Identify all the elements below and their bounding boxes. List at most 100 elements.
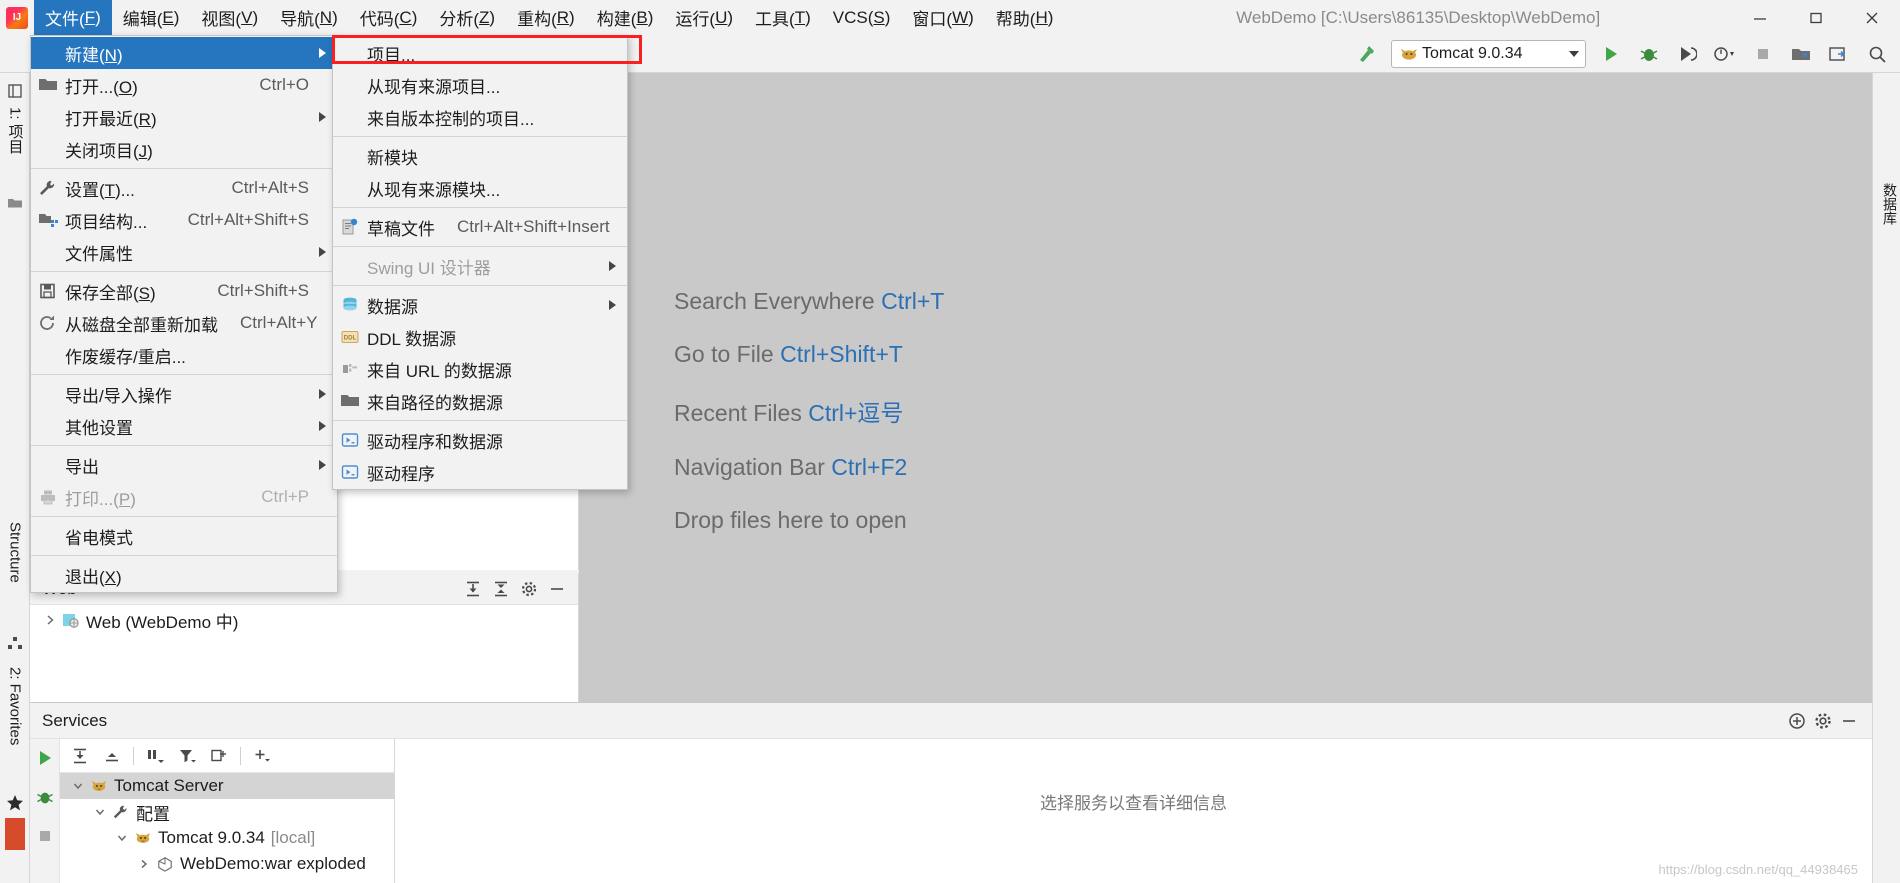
file-menu-item-21[interactable]: 退出(X) (31, 559, 337, 591)
rerun-button[interactable] (36, 749, 54, 772)
stop-button[interactable] (36, 827, 54, 850)
debug-button[interactable] (1631, 39, 1667, 69)
file-menu[interactable]: 新建(N) 打开...(O) Ctrl+O 打开最近(R) 关闭项目(J) 设置(T)..… (30, 35, 338, 593)
right-tool-rail[interactable]: 数据库 (1872, 73, 1900, 883)
window-controls[interactable] (1732, 0, 1900, 35)
chevron-down-icon[interactable] (1569, 50, 1579, 57)
file-menu-item-5[interactable]: 设置(T)... Ctrl+Alt+S (31, 172, 337, 204)
group-by-icon[interactable] (141, 743, 169, 769)
open-project-structure-button[interactable] (1783, 39, 1819, 69)
sidebar-item-database[interactable]: 数据库 (1872, 183, 1900, 303)
menubar-item-0[interactable]: 文件(F) (34, 0, 112, 35)
settings-icon[interactable] (516, 577, 542, 601)
stop-button[interactable] (1745, 39, 1781, 69)
file-menu-item-10[interactable]: 从磁盘全部重新加载 Ctrl+Alt+Y (31, 307, 337, 339)
menu-bar[interactable]: 文件(F) 编辑(E) 视图(V) 导航(N) 代码(C) 分析(Z) 重构(R) 构建(B)… (34, 0, 1064, 35)
file-menu-item-19[interactable]: 省电模式 (31, 520, 337, 552)
sidebar-item-project[interactable]: 1: 项目 (0, 103, 30, 183)
new-submenu-item-2[interactable]: 来自版本控制的项目... (333, 101, 627, 133)
new-submenu-item-7[interactable]: 草稿文件 Ctrl+Alt+Shift+Insert (333, 211, 627, 243)
services-tree-row[interactable]: Tomcat Server (60, 773, 394, 799)
menubar-item-2[interactable]: 视图(V) (190, 0, 269, 35)
ddl-icon: DDL (333, 326, 367, 348)
expand-all-icon[interactable] (66, 743, 94, 769)
menubar-item-1[interactable]: 编辑(E) (112, 0, 191, 35)
chevron-down-icon[interactable] (90, 802, 110, 822)
hide-icon[interactable] (544, 577, 570, 601)
new-submenu-item-16[interactable]: 驱动程序和数据源 (333, 424, 627, 456)
menubar-item-11[interactable]: 窗口(W) (901, 0, 984, 35)
expand-all-icon[interactable] (460, 577, 486, 601)
chevron-right-icon (603, 261, 621, 271)
build-button[interactable] (1348, 39, 1384, 69)
file-menu-item-9[interactable]: 保存全部(S) Ctrl+Shift+S (31, 275, 337, 307)
services-toolbar[interactable] (60, 739, 394, 773)
file-menu-item-14[interactable]: 其他设置 (31, 410, 337, 442)
file-menu-item-0[interactable]: 新建(N) (31, 37, 337, 69)
close-icon[interactable] (1844, 0, 1900, 35)
add-service-icon[interactable] (1784, 709, 1810, 733)
sidebar-item-structure[interactable]: Structure (0, 518, 30, 628)
services-run-rail[interactable] (30, 739, 60, 883)
chevron-right-icon[interactable] (134, 854, 154, 874)
chevron-down-icon[interactable] (68, 776, 88, 796)
file-menu-item-1[interactable]: 打开...(O) Ctrl+O (31, 69, 337, 101)
file-menu-item-16[interactable]: 导出 (31, 449, 337, 481)
debug-button[interactable] (36, 788, 54, 811)
menubar-item-3[interactable]: 导航(N) (269, 0, 349, 35)
menubar-item-10[interactable]: VCS(S) (822, 0, 902, 35)
menubar-item-9[interactable]: 工具(T) (744, 0, 822, 35)
new-submenu-item-12[interactable]: DDL DDL 数据源 (333, 321, 627, 353)
new-submenu-item-17[interactable]: 驱动程序 (333, 456, 627, 488)
collapse-all-icon[interactable] (98, 743, 126, 769)
add-icon[interactable] (248, 743, 276, 769)
run-with-coverage-button[interactable] (1669, 39, 1705, 69)
menubar-item-7[interactable]: 构建(B) (586, 0, 665, 35)
file-menu-item-13[interactable]: 导出/导入操作 (31, 378, 337, 410)
web-tree-row[interactable]: Web (WebDemo 中) (30, 605, 578, 635)
file-menu-item-label: 省电模式 (65, 528, 133, 548)
hide-icon[interactable] (1836, 709, 1862, 733)
run-button[interactable] (1593, 39, 1629, 69)
web-module-icon (60, 611, 82, 629)
menubar-item-4[interactable]: 代码(C) (349, 0, 429, 35)
minimize-icon[interactable] (1732, 0, 1788, 35)
new-submenu[interactable]: 项目... 从现有来源项目... 来自版本控制的项目... 新模块 从现有来源模块...… (332, 35, 628, 490)
menubar-item-12[interactable]: 帮助(H) (985, 0, 1065, 35)
collapse-all-icon[interactable] (488, 577, 514, 601)
new-submenu-item-0[interactable]: 项目... (333, 37, 627, 69)
new-submenu-item-13[interactable]: 来自 URL 的数据源 (333, 353, 627, 385)
new-submenu-item-5[interactable]: 从现有来源模块... (333, 172, 627, 204)
profiler-button[interactable] (1707, 39, 1743, 69)
chevron-down-icon[interactable] (112, 828, 132, 848)
chevron-right-icon[interactable] (40, 610, 60, 630)
add-tab-icon[interactable] (205, 743, 233, 769)
services-tree-row[interactable]: 配置 (60, 799, 394, 825)
new-submenu-item-14[interactable]: 来自路径的数据源 (333, 385, 627, 417)
services-tree-row[interactable]: WebDemo:war exploded (60, 851, 394, 877)
maximize-icon[interactable] (1788, 0, 1844, 35)
menubar-item-8[interactable]: 运行(U) (664, 0, 744, 35)
new-submenu-item-label: 项目... (367, 45, 416, 65)
file-menu-item-6[interactable]: 项目结构... Ctrl+Alt+Shift+S (31, 204, 337, 236)
new-submenu-item-1[interactable]: 从现有来源项目... (333, 69, 627, 101)
menubar-item-5[interactable]: 分析(Z) (428, 0, 506, 35)
update-app-button[interactable] (1821, 39, 1857, 69)
file-menu-item-3[interactable]: 关闭项目(J) (31, 133, 337, 165)
file-menu-item-2[interactable]: 打开最近(R) (31, 101, 337, 133)
services-tree[interactable]: Tomcat Server 配置 Tomcat 9.0.34 [local] WebDe… (60, 773, 394, 877)
file-menu-item-7[interactable]: 文件属性 (31, 236, 337, 268)
file-menu-item-label: 设置(T)... (65, 180, 135, 200)
search-everywhere-button[interactable] (1859, 39, 1895, 69)
file-menu-item-11[interactable]: 作废缓存/重启... (31, 339, 337, 371)
settings-icon[interactable] (1810, 709, 1836, 733)
new-submenu-item-4[interactable]: 新模块 (333, 140, 627, 172)
new-submenu-item-11[interactable]: 数据源 (333, 289, 627, 321)
services-tree-row[interactable]: Tomcat 9.0.34 [local] (60, 825, 394, 851)
run-configuration-selector[interactable]: Tomcat 9.0.34 (1391, 39, 1586, 68)
sidebar-item-favorites[interactable]: 2: Favorites (0, 663, 30, 793)
left-tool-rail[interactable]: 1: 项目 Structure 2: Favorites (0, 73, 30, 883)
terminal-indicator-icon[interactable] (5, 818, 25, 850)
filter-icon[interactable] (173, 743, 201, 769)
menubar-item-6[interactable]: 重构(R) (506, 0, 586, 35)
